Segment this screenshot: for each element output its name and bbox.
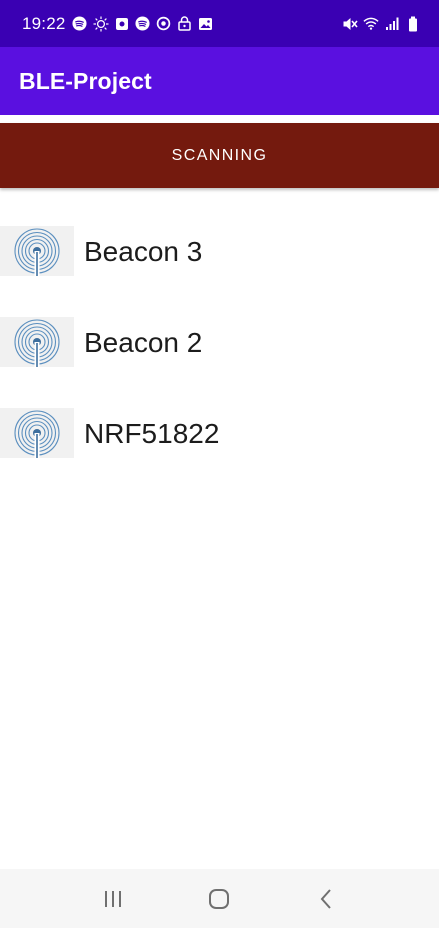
device-name: NRF51822 [84,418,220,449]
sun-settings-icon [93,16,109,32]
device-list-item[interactable]: Beacon 3 [0,226,439,317]
square-notification-icon [114,16,130,32]
spotify-icon [135,16,151,32]
mute-icon [342,16,358,32]
sync-icon [156,16,172,32]
device-list-item[interactable]: Beacon 2 [0,317,439,408]
device-list-item[interactable]: NRF51822 [0,408,439,499]
battery-icon [405,16,421,32]
status-right-icons [342,16,421,32]
device-name: Beacon 3 [84,236,203,267]
recents-icon[interactable] [93,879,133,919]
wifi-icon [363,16,379,32]
app-bar: BLE-Project [0,47,439,115]
image-icon [198,16,214,32]
lock-icon [177,16,193,32]
scan-button[interactable]: SCANNING [0,123,439,188]
status-left-icons [72,16,214,32]
navigation-bar [0,869,439,928]
device-list: Beacon 3 Beacon 2 NRF51822 [0,226,439,499]
signal-icon [384,16,400,32]
app-title: BLE-Project [19,67,152,94]
status-bar: 19:22 [0,0,439,47]
device-name: Beacon 2 [84,327,203,358]
back-icon[interactable] [306,879,346,919]
beacon-signal-icon [0,408,74,458]
beacon-signal-icon [0,317,74,367]
beacon-signal-icon [0,226,74,276]
home-icon[interactable] [199,879,239,919]
status-time: 19:22 [22,13,66,33]
spotify-icon [72,16,88,32]
